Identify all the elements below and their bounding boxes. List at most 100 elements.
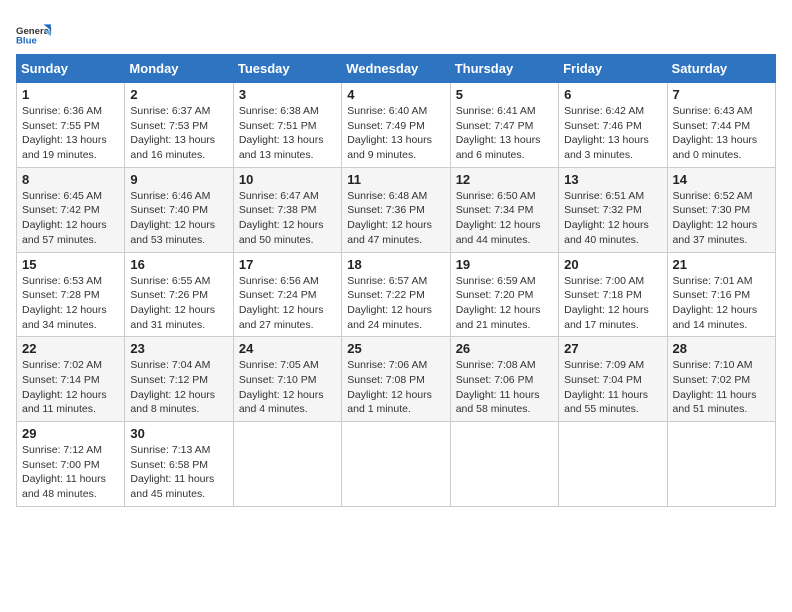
col-header-wednesday: Wednesday [342,55,450,83]
day-number: 19 [456,257,553,272]
calendar-cell: 2 Sunrise: 6:37 AM Sunset: 7:53 PM Daylig… [125,83,233,168]
day-info: Sunrise: 6:57 AM Sunset: 7:22 PM Dayligh… [347,274,444,333]
day-number: 27 [564,341,661,356]
day-number: 1 [22,87,119,102]
calendar-cell: 7 Sunrise: 6:43 AM Sunset: 7:44 PM Daylig… [667,83,775,168]
day-number: 23 [130,341,227,356]
day-number: 4 [347,87,444,102]
day-info: Sunrise: 7:12 AM Sunset: 7:00 PM Dayligh… [22,443,119,502]
day-info: Sunrise: 7:01 AM Sunset: 7:16 PM Dayligh… [673,274,770,333]
day-number: 8 [22,172,119,187]
day-info: Sunrise: 7:13 AM Sunset: 6:58 PM Dayligh… [130,443,227,502]
calendar-cell: 1 Sunrise: 6:36 AM Sunset: 7:55 PM Daylig… [17,83,125,168]
calendar-cell: 11 Sunrise: 6:48 AM Sunset: 7:36 PM Dayli… [342,167,450,252]
day-number: 29 [22,426,119,441]
calendar-cell: 13 Sunrise: 6:51 AM Sunset: 7:32 PM Dayli… [559,167,667,252]
day-info: Sunrise: 6:46 AM Sunset: 7:40 PM Dayligh… [130,189,227,248]
day-number: 15 [22,257,119,272]
calendar-cell: 30Sunrise: 7:13 AM Sunset: 6:58 PM Dayli… [125,422,233,507]
calendar-cell: 5 Sunrise: 6:41 AM Sunset: 7:47 PM Daylig… [450,83,558,168]
day-info: Sunrise: 6:36 AM Sunset: 7:55 PM Dayligh… [22,104,119,163]
day-info: Sunrise: 7:05 AM Sunset: 7:10 PM Dayligh… [239,358,336,417]
calendar-cell: 6Sunrise: 6:42 AM Sunset: 7:46 PM Daylig… [559,83,667,168]
day-info: Sunrise: 6:40 AM Sunset: 7:49 PM Dayligh… [347,104,444,163]
day-number: 11 [347,172,444,187]
day-number: 12 [456,172,553,187]
day-info: Sunrise: 7:04 AM Sunset: 7:12 PM Dayligh… [130,358,227,417]
day-info: Sunrise: 6:38 AM Sunset: 7:51 PM Dayligh… [239,104,336,163]
day-info: Sunrise: 6:48 AM Sunset: 7:36 PM Dayligh… [347,189,444,248]
day-info: Sunrise: 6:55 AM Sunset: 7:26 PM Dayligh… [130,274,227,333]
day-info: Sunrise: 6:47 AM Sunset: 7:38 PM Dayligh… [239,189,336,248]
day-info: Sunrise: 6:52 AM Sunset: 7:30 PM Dayligh… [673,189,770,248]
calendar-cell: 20 Sunrise: 7:00 AM Sunset: 7:18 PM Dayli… [559,252,667,337]
svg-text:Blue: Blue [16,36,37,47]
calendar-cell: 18 Sunrise: 6:57 AM Sunset: 7:22 PM Dayli… [342,252,450,337]
col-header-sunday: Sunday [17,55,125,83]
day-info: Sunrise: 7:08 AM Sunset: 7:06 PM Dayligh… [456,358,553,417]
day-number: 20 [564,257,661,272]
day-info: Sunrise: 6:53 AM Sunset: 7:28 PM Dayligh… [22,274,119,333]
calendar-cell: 8 Sunrise: 6:45 AM Sunset: 7:42 PM Daylig… [17,167,125,252]
day-info: Sunrise: 7:00 AM Sunset: 7:18 PM Dayligh… [564,274,661,333]
calendar-cell: 25 Sunrise: 7:06 AM Sunset: 7:08 PM Dayli… [342,337,450,422]
day-number: 22 [22,341,119,356]
day-number: 2 [130,87,227,102]
day-number: 28 [673,341,770,356]
calendar-cell: 4 Sunrise: 6:40 AM Sunset: 7:49 PM Daylig… [342,83,450,168]
day-info: Sunrise: 6:50 AM Sunset: 7:34 PM Dayligh… [456,189,553,248]
day-info: Sunrise: 6:45 AM Sunset: 7:42 PM Dayligh… [22,189,119,248]
day-info: Sunrise: 7:09 AM Sunset: 7:04 PM Dayligh… [564,358,661,417]
calendar-table: SundayMondayTuesdayWednesdayThursdayFrid… [16,54,776,507]
calendar-cell: 17 Sunrise: 6:56 AM Sunset: 7:24 PM Dayli… [233,252,341,337]
logo: General Blue [16,20,52,48]
day-number: 26 [456,341,553,356]
calendar-cell [667,422,775,507]
calendar-cell: 24 Sunrise: 7:05 AM Sunset: 7:10 PM Dayli… [233,337,341,422]
day-info: Sunrise: 6:56 AM Sunset: 7:24 PM Dayligh… [239,274,336,333]
day-number: 13 [564,172,661,187]
calendar-cell: 14 Sunrise: 6:52 AM Sunset: 7:30 PM Dayli… [667,167,775,252]
day-number: 9 [130,172,227,187]
calendar-cell: 16 Sunrise: 6:55 AM Sunset: 7:26 PM Dayli… [125,252,233,337]
col-header-saturday: Saturday [667,55,775,83]
day-info: Sunrise: 6:37 AM Sunset: 7:53 PM Dayligh… [130,104,227,163]
calendar-cell [450,422,558,507]
day-info: Sunrise: 7:06 AM Sunset: 7:08 PM Dayligh… [347,358,444,417]
day-number: 18 [347,257,444,272]
calendar-cell: 27 Sunrise: 7:09 AM Sunset: 7:04 PM Dayli… [559,337,667,422]
calendar-cell: 9 Sunrise: 6:46 AM Sunset: 7:40 PM Daylig… [125,167,233,252]
calendar-cell: 21 Sunrise: 7:01 AM Sunset: 7:16 PM Dayli… [667,252,775,337]
day-number: 10 [239,172,336,187]
day-info: Sunrise: 7:10 AM Sunset: 7:02 PM Dayligh… [673,358,770,417]
calendar-cell [342,422,450,507]
day-number: 3 [239,87,336,102]
calendar-cell [233,422,341,507]
day-number: 25 [347,341,444,356]
calendar-cell: 29 Sunrise: 7:12 AM Sunset: 7:00 PM Dayli… [17,422,125,507]
day-info: Sunrise: 6:43 AM Sunset: 7:44 PM Dayligh… [673,104,770,163]
day-number: 24 [239,341,336,356]
col-header-tuesday: Tuesday [233,55,341,83]
calendar-cell: 12 Sunrise: 6:50 AM Sunset: 7:34 PM Dayli… [450,167,558,252]
calendar-cell: 28 Sunrise: 7:10 AM Sunset: 7:02 PM Dayli… [667,337,775,422]
day-number: 21 [673,257,770,272]
day-info: Sunrise: 6:51 AM Sunset: 7:32 PM Dayligh… [564,189,661,248]
day-info: Sunrise: 6:41 AM Sunset: 7:47 PM Dayligh… [456,104,553,163]
day-number: 17 [239,257,336,272]
calendar-cell [559,422,667,507]
day-number: 5 [456,87,553,102]
calendar-cell: 3 Sunrise: 6:38 AM Sunset: 7:51 PM Daylig… [233,83,341,168]
calendar-cell: 19 Sunrise: 6:59 AM Sunset: 7:20 PM Dayli… [450,252,558,337]
calendar-cell: 22Sunrise: 7:02 AM Sunset: 7:14 PM Dayli… [17,337,125,422]
day-info: Sunrise: 6:59 AM Sunset: 7:20 PM Dayligh… [456,274,553,333]
day-number: 14 [673,172,770,187]
calendar-cell: 26 Sunrise: 7:08 AM Sunset: 7:06 PM Dayli… [450,337,558,422]
calendar-cell: 15 Sunrise: 6:53 AM Sunset: 7:28 PM Dayli… [17,252,125,337]
day-number: 16 [130,257,227,272]
col-header-thursday: Thursday [450,55,558,83]
day-number: 7 [673,87,770,102]
col-header-friday: Friday [559,55,667,83]
day-info: Sunrise: 6:42 AM Sunset: 7:46 PM Dayligh… [564,104,661,163]
page-header: General Blue [16,16,776,48]
